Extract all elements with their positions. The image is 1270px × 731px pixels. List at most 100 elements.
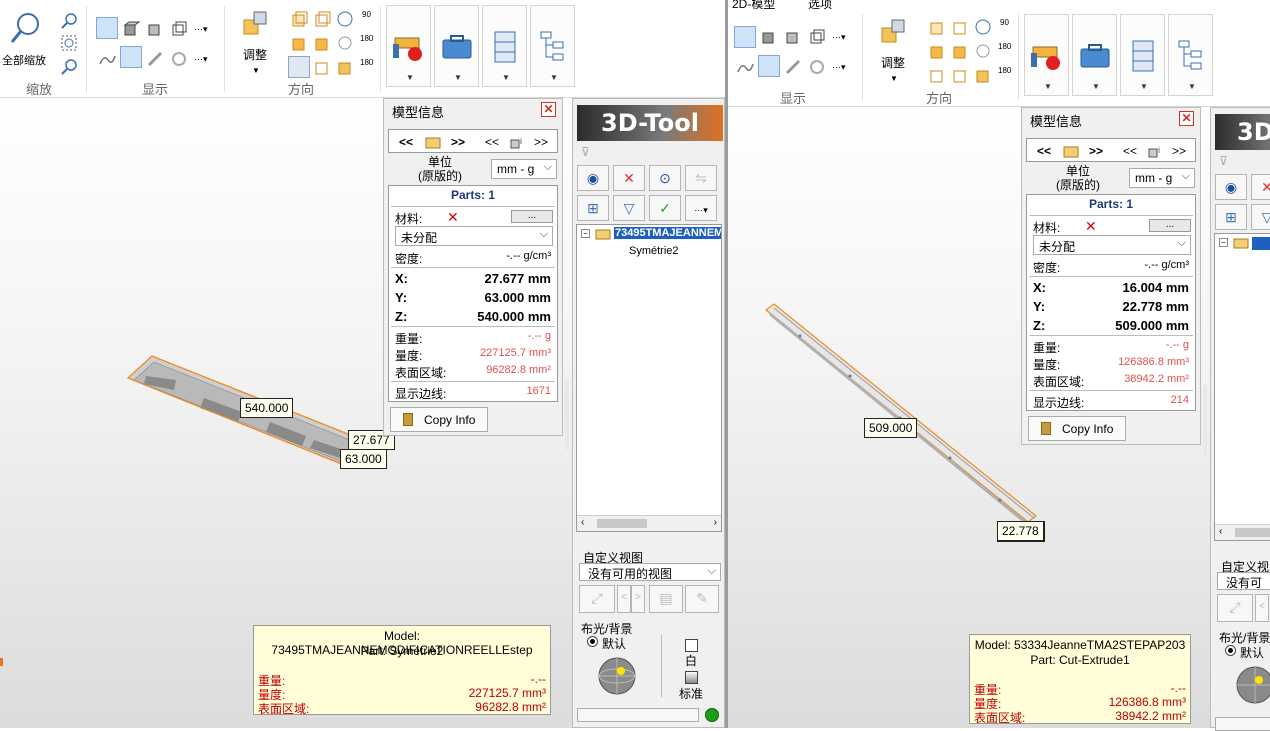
rotate-180-label[interactable]: 180 (360, 34, 373, 43)
splitter-handle[interactable] (565, 380, 569, 450)
more-button[interactable]: ⋯▾ (685, 195, 717, 221)
material-button[interactable]: ... (1149, 219, 1191, 232)
display-shaded-button[interactable] (734, 26, 756, 48)
light-sphere-icon[interactable] (1235, 665, 1270, 705)
filter-button[interactable]: ▽ (1251, 204, 1270, 230)
hide-button[interactable]: ✕ (1251, 174, 1270, 200)
bottom-view-icon[interactable] (313, 58, 331, 76)
tree-root-item[interactable] (1252, 237, 1270, 250)
cube-icon[interactable] (122, 20, 140, 38)
curve-icon[interactable] (736, 58, 754, 76)
material-button[interactable]: ... (511, 210, 553, 223)
rotate-90-label[interactable]: 90 (1000, 18, 1009, 27)
cube-hidden-icon[interactable] (784, 28, 802, 46)
next-part-button[interactable]: >> (451, 135, 465, 149)
filter-icon[interactable]: ⊽ (1219, 154, 1228, 168)
isolate-button[interactable]: ⊙ (649, 165, 681, 191)
back-view-icon[interactable] (313, 10, 331, 28)
persp-icon[interactable] (336, 10, 354, 28)
hide-button[interactable]: ✕ (613, 165, 645, 191)
collapse-icon[interactable]: − (1219, 238, 1228, 247)
measure-active-button[interactable] (758, 55, 780, 77)
radio-default[interactable] (1225, 645, 1236, 656)
prev-info-button[interactable]: << (1123, 144, 1137, 158)
left-view-icon[interactable] (290, 34, 308, 52)
cube-hidden-icon[interactable] (146, 20, 164, 38)
persp-icon[interactable] (974, 18, 992, 36)
chevron-down-icon[interactable]: ⋯▾ (832, 62, 846, 73)
cube-icon[interactable] (760, 28, 778, 46)
white-bg-checkbox[interactable] (685, 639, 698, 652)
tree-filter-button[interactable]: ⊞ (1215, 204, 1247, 230)
splitter-handle[interactable] (1203, 385, 1207, 455)
rotate-90-label[interactable]: 90 (362, 10, 371, 19)
menu-options[interactable]: 选项 (808, 0, 832, 12)
next-info-button[interactable]: >> (1172, 144, 1186, 158)
add-view-button[interactable]: ⤢ (579, 585, 615, 613)
pencil-icon[interactable] (784, 58, 802, 76)
next-view-button[interactable]: > (631, 585, 645, 613)
cube-wire-icon[interactable] (170, 20, 188, 38)
prev-part-button[interactable]: << (1037, 144, 1051, 158)
top-view-icon[interactable] (928, 66, 946, 84)
light-sphere-icon[interactable] (597, 656, 637, 696)
prev-info-button[interactable]: << (485, 135, 499, 149)
section-tool-button[interactable]: ▼ (386, 5, 431, 87)
top-view-active-button[interactable] (288, 56, 310, 78)
section-tool-button[interactable]: ▼ (1024, 14, 1069, 96)
zoom-window-icon[interactable] (60, 34, 78, 52)
adjust-button[interactable]: 调整 ▼ (236, 8, 276, 76)
filter-icon[interactable]: ⊽ (581, 145, 590, 159)
right-view-icon[interactable] (313, 34, 331, 52)
view-select[interactable]: 没有可用 (1217, 572, 1270, 607)
zoom-out-icon[interactable] (60, 58, 78, 76)
rotate-180b-label[interactable]: 180 (998, 66, 1011, 75)
material-select[interactable]: 未分配 ⌵ (1033, 235, 1191, 255)
cube-wire-icon[interactable] (808, 28, 826, 46)
unit-select[interactable]: mm - g ⌵ (491, 159, 557, 179)
radio-default[interactable] (587, 636, 598, 647)
animation-button[interactable]: ▼ (1120, 14, 1165, 96)
toggle-button[interactable]: ⇋ (685, 165, 717, 191)
prev-view-button[interactable]: < (617, 585, 631, 613)
close-icon[interactable]: ✕ (541, 102, 556, 117)
chevron-down-icon[interactable]: ⋯▾ (832, 32, 846, 43)
rotate-180b-label[interactable]: 180 (360, 58, 373, 67)
tree-child-item[interactable]: Symétrie2 (629, 245, 679, 257)
remove-material-icon[interactable]: ✕ (447, 209, 459, 226)
bottom-view-icon[interactable] (951, 66, 969, 84)
toolbox-button[interactable]: ▼ (1072, 14, 1117, 96)
animation-button[interactable]: ▼ (482, 5, 527, 87)
horizontal-scrollbar[interactable]: ‹ (1215, 524, 1270, 540)
filter-button[interactable]: ▽ (613, 195, 645, 221)
menu-2d-model[interactable]: 2D-模型 (732, 0, 775, 12)
curve-icon[interactable] (98, 50, 116, 68)
close-icon[interactable]: ✕ (1179, 111, 1194, 126)
unit-select[interactable]: mm - g ⌵ (1129, 168, 1195, 188)
horizontal-scrollbar[interactable]: ‹ › (577, 515, 721, 531)
delete-view-button[interactable]: ✎ (685, 585, 719, 613)
tree-structure-button[interactable]: ▼ (530, 5, 575, 87)
check-tree-button[interactable]: ✓ (649, 195, 681, 221)
rotate-180-label[interactable]: 180 (998, 42, 1011, 51)
front-view-icon[interactable] (290, 10, 308, 28)
view-select[interactable]: 没有可用的视图 ⌵ (579, 563, 721, 581)
collapse-icon[interactable]: − (581, 229, 590, 238)
back-view-icon[interactable] (951, 18, 969, 36)
front-view-icon[interactable] (928, 18, 946, 36)
iso-view-icon[interactable] (974, 66, 992, 84)
material-select[interactable]: 未分配 ⌵ (395, 226, 553, 246)
link-icon[interactable] (974, 42, 992, 60)
iso-view-icon[interactable] (336, 58, 354, 76)
chevron-down-icon[interactable]: ⋯▾ (194, 24, 208, 35)
copy-info-button[interactable]: Copy Info (1028, 416, 1126, 441)
zoom-all-button[interactable]: 全部缩放 (2, 8, 46, 68)
link-icon[interactable] (336, 34, 354, 52)
next-info-button[interactable]: >> (534, 135, 548, 149)
display-shaded-button[interactable] (96, 17, 118, 39)
toolbox-button[interactable]: ▼ (434, 5, 479, 87)
parts-icon[interactable] (170, 50, 188, 68)
tree-structure-button[interactable]: ▼ (1168, 14, 1213, 96)
measure-active-button[interactable] (120, 46, 142, 68)
pencil-icon[interactable] (146, 50, 164, 68)
